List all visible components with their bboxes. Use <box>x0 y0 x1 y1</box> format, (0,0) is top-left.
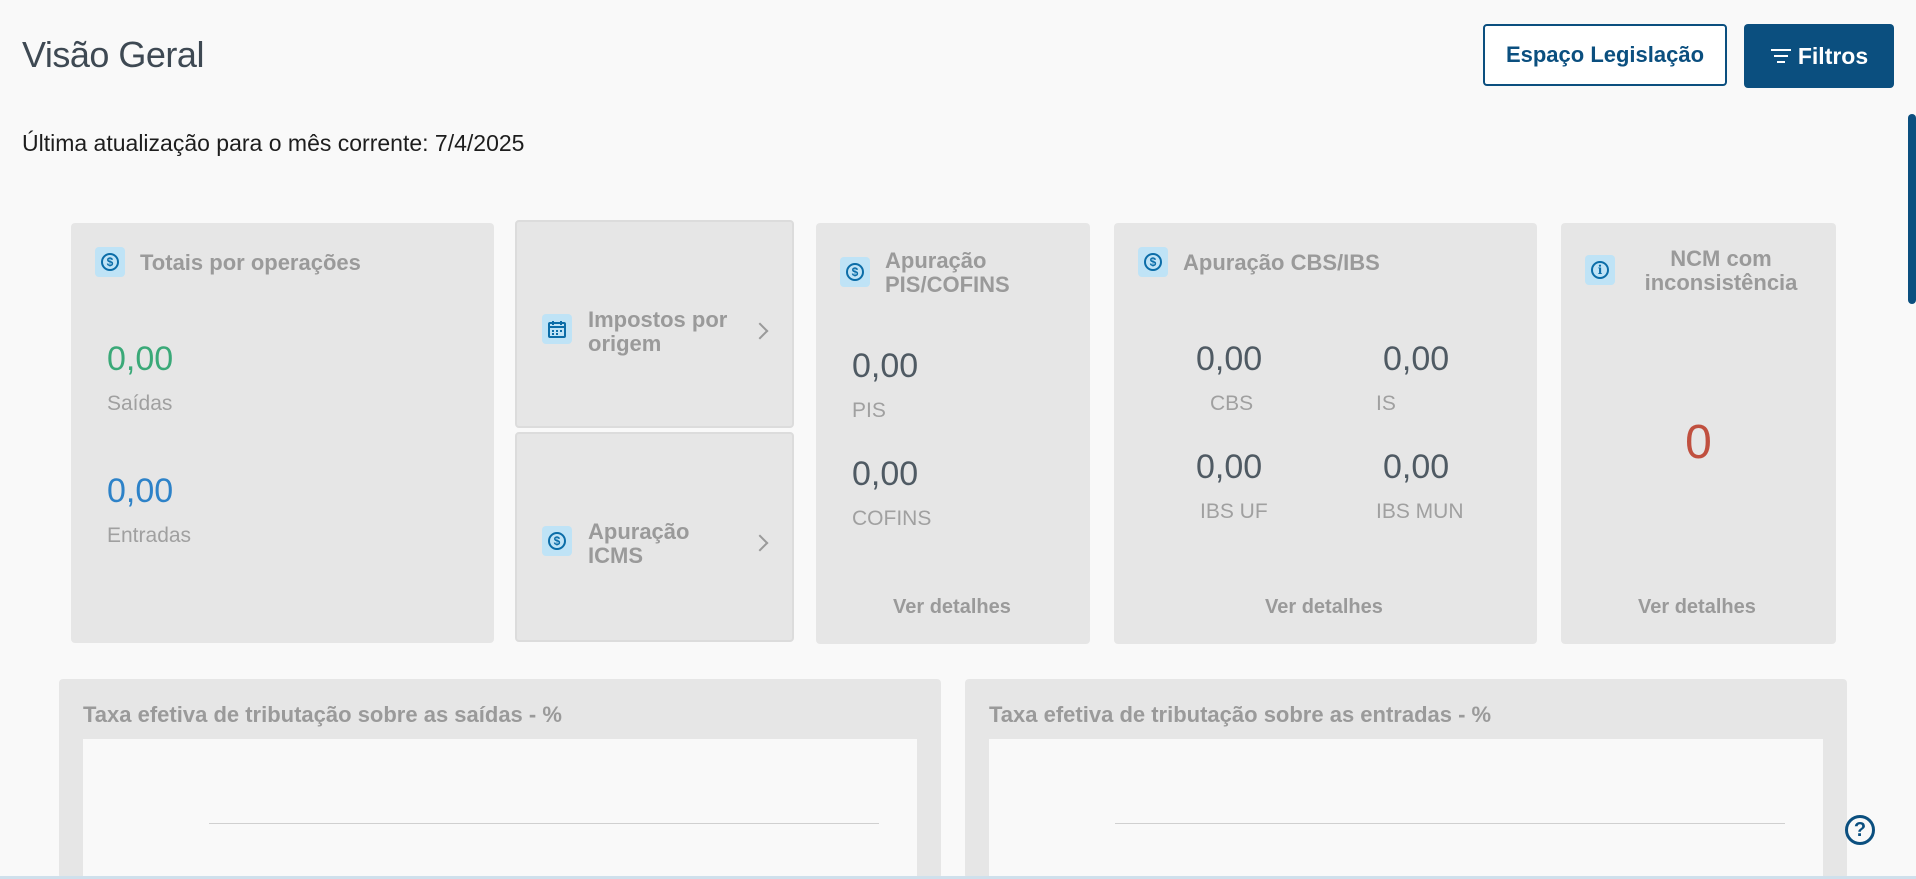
pis-value: 0,00 <box>852 347 919 385</box>
filters-button-label: Filtros <box>1797 42 1869 69</box>
icms-card[interactable]: $ Apuração ICMS <box>515 432 794 642</box>
cbs-ibs-title: Apuração CBS/IBS <box>1183 250 1380 275</box>
cbs-label: CBS <box>1210 392 1254 415</box>
cbs-ibs-card: $ Apuração CBS/IBS 0,00 CBS 0,00 IS 0,00… <box>1114 223 1537 644</box>
inputs-chart-area <box>989 739 1823 879</box>
pis-cofins-title-line1: Apuração <box>885 248 987 273</box>
legislation-button[interactable]: Espaço Legislação <box>1483 24 1727 86</box>
icms-title-line1: Apuração <box>588 519 690 544</box>
outputs-label: Saídas <box>107 392 173 415</box>
pis-cofins-title-line2: PIS/COFINS <box>885 272 1010 297</box>
chart-gridline <box>1115 823 1785 824</box>
dollar-coin-icon: $ <box>95 247 125 277</box>
page-scrollbar[interactable] <box>1908 114 1916 304</box>
cbs-value: 0,00 <box>1196 340 1263 378</box>
outputs-chart-title: Taxa efetiva de tributação sobre as saíd… <box>83 702 562 727</box>
inputs-label: Entradas <box>107 524 192 547</box>
ncm-title-line1: NCM com <box>1670 246 1772 271</box>
cofins-value: 0,00 <box>852 455 919 493</box>
help-icon[interactable]: ? <box>1845 815 1875 845</box>
filters-button[interactable]: Filtros <box>1744 24 1894 88</box>
page-title: Visão Geral <box>22 34 204 75</box>
ncm-card: i NCM com inconsistência 0 Ver detalhes <box>1561 223 1836 644</box>
outputs-value: 0,00 <box>107 340 174 378</box>
totals-card-title: Totais por operações <box>140 250 361 275</box>
pis-cofins-card: $ Apuração PIS/COFINS 0,00 PIS 0,00 COFI… <box>816 223 1090 644</box>
outputs-tax-rate-chart: Taxa efetiva de tributação sobre as saíd… <box>59 679 941 879</box>
ncm-title-line2: inconsistência <box>1644 270 1798 295</box>
ibs-mun-value: 0,00 <box>1383 448 1450 486</box>
ibs-uf-label: IBS UF <box>1200 500 1268 523</box>
outputs-chart-area <box>83 739 917 879</box>
totals-card: $ Totais por operações 0,00 Saídas 0,00 … <box>71 223 494 643</box>
ibs-uf-value: 0,00 <box>1196 448 1263 486</box>
pis-cofins-details-link[interactable]: Ver detalhes <box>893 596 1011 619</box>
inputs-tax-rate-chart: Taxa efetiva de tributação sobre as entr… <box>965 679 1847 879</box>
is-label: IS <box>1376 392 1396 415</box>
chevron-right-icon <box>751 534 769 552</box>
dollar-coin-icon: $ <box>1138 247 1168 277</box>
ncm-count: 0 <box>1685 416 1712 469</box>
dollar-coin-icon: $ <box>542 526 572 556</box>
icms-title-line2: ICMS <box>588 543 643 568</box>
is-value: 0,00 <box>1383 340 1450 378</box>
calendar-icon <box>542 314 572 344</box>
cofins-label: COFINS <box>852 507 932 530</box>
dollar-coin-icon: $ <box>840 257 870 287</box>
chart-gridline <box>209 823 879 824</box>
taxes-origin-card[interactable]: Impostos por origem <box>515 220 794 428</box>
ibs-mun-label: IBS MUN <box>1376 500 1464 523</box>
cbs-ibs-details-link[interactable]: Ver detalhes <box>1265 596 1383 619</box>
inputs-chart-title: Taxa efetiva de tributação sobre as entr… <box>989 702 1492 727</box>
filter-icon <box>1770 48 1792 64</box>
last-update-text: Última atualização para o mês corrente: … <box>22 130 525 156</box>
pis-label: PIS <box>852 399 886 422</box>
inputs-value: 0,00 <box>107 472 174 510</box>
ncm-details-link[interactable]: Ver detalhes <box>1638 596 1756 619</box>
chevron-right-icon <box>751 322 769 340</box>
taxes-origin-title-line2: origem <box>588 331 662 356</box>
taxes-origin-title-line1: Impostos por <box>588 307 728 332</box>
